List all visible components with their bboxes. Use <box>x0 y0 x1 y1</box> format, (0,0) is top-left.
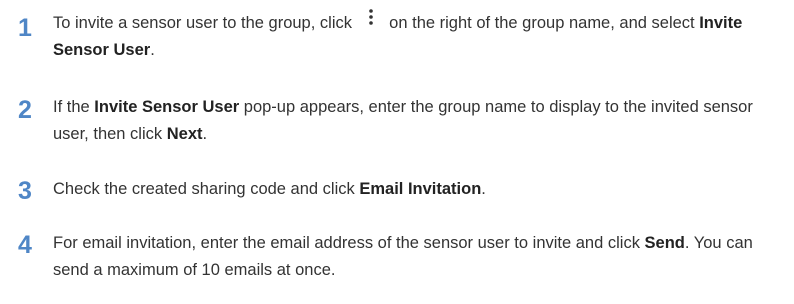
step-text-segment: To invite a sensor user to the group, cl… <box>53 14 352 32</box>
step-number: 1 <box>18 14 32 42</box>
step-text-segment: Check the created sharing code and click <box>53 180 355 198</box>
ui-term: Send <box>644 234 685 252</box>
instruction-steps: 1 To invite a sensor user to the group, … <box>0 0 794 304</box>
step-text: Check the created sharing code and click… <box>53 176 788 203</box>
step-text-segment: For email invitation, enter the email ad… <box>53 234 640 252</box>
step-number: 2 <box>18 96 32 124</box>
step-text: For email invitation, enter the email ad… <box>53 230 788 284</box>
ui-term: Invite Sensor User <box>94 98 240 116</box>
more-vertical-icon <box>357 8 385 35</box>
step-number: 4 <box>18 231 32 259</box>
step-text-segment: . <box>202 125 208 143</box>
step-text-segment: If the <box>53 98 90 116</box>
step-number: 3 <box>18 177 32 205</box>
step-text-segment: . <box>481 180 486 198</box>
step-text: To invite a sensor user to the group, cl… <box>53 8 788 64</box>
step-text-segment: . <box>150 41 155 60</box>
step-text-segment: on the right of the group name, and sele… <box>389 14 695 32</box>
step-text: If the Invite Sensor User pop-up appears… <box>53 94 788 148</box>
ui-term: Next <box>166 125 203 143</box>
ui-term: Email Invitation <box>359 180 482 198</box>
